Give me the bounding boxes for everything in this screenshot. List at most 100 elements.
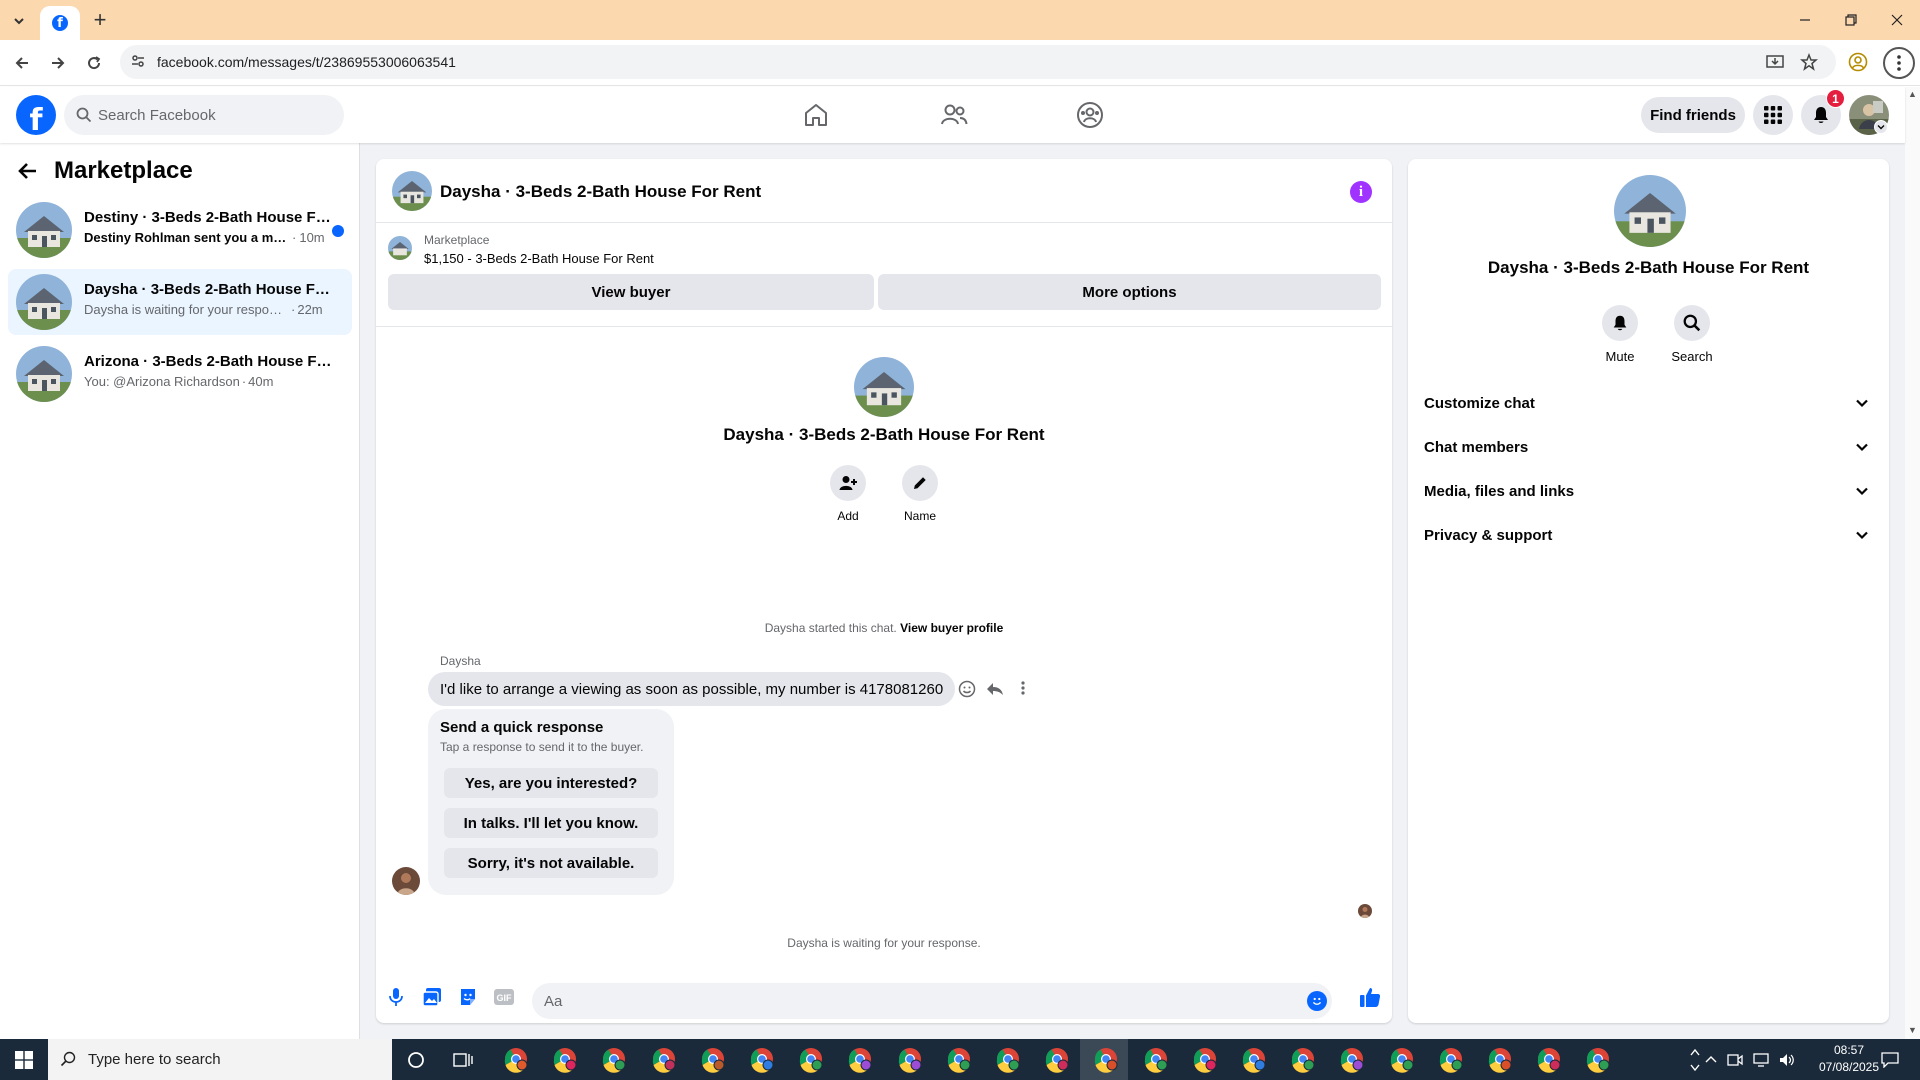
listing-thumbnail[interactable]: [388, 236, 412, 260]
chrome-taskbar-icon[interactable]: [1043, 1045, 1071, 1073]
chrome-taskbar-icon[interactable]: [994, 1045, 1022, 1073]
taskbar-search[interactable]: [48, 1039, 392, 1080]
quick-response-button[interactable]: Yes, are you interested?: [444, 768, 658, 798]
accordion-customize-chat[interactable]: Customize chat: [1416, 383, 1881, 423]
volume-icon[interactable]: [1779, 1053, 1795, 1067]
chrome-taskbar-icon[interactable]: [1092, 1045, 1120, 1073]
back-arrow-icon[interactable]: [18, 161, 38, 181]
chrome-taskbar-icon[interactable]: [551, 1045, 579, 1073]
house-thumbnail[interactable]: [392, 171, 432, 211]
site-settings-icon[interactable]: [130, 53, 146, 69]
chat-title[interactable]: Daysha · 3-Beds 2-Bath House For Rent: [440, 182, 761, 202]
facebook-search[interactable]: [64, 95, 344, 135]
chrome-taskbar-icon[interactable]: [1486, 1045, 1514, 1073]
chrome-taskbar-icon[interactable]: [748, 1045, 776, 1073]
chrome-taskbar-icon[interactable]: [502, 1045, 530, 1073]
conversation-preview: Destiny Rohlman sent you a message. · 10…: [84, 230, 325, 245]
conversation-item[interactable]: Arizona · 3-Beds 2-Bath House For Rent Y…: [8, 341, 352, 407]
gif-icon[interactable]: GIF: [492, 985, 516, 1009]
view-buyer-profile-link[interactable]: View buyer profile: [900, 621, 1003, 635]
chrome-taskbar-icon[interactable]: [1584, 1045, 1612, 1073]
microphone-icon[interactable]: [384, 985, 408, 1009]
chrome-taskbar-icon[interactable]: [896, 1045, 924, 1073]
accordion-chat-members[interactable]: Chat members: [1416, 427, 1881, 467]
meet-now-icon[interactable]: [1727, 1053, 1743, 1067]
tab-search-chevron-icon[interactable]: [8, 10, 30, 32]
mute-button[interactable]: Mute: [1590, 305, 1650, 364]
bookmark-star-icon[interactable]: [1800, 53, 1818, 71]
message-bubble[interactable]: I'd like to arrange a viewing as soon as…: [428, 672, 956, 706]
reload-icon[interactable]: [82, 51, 106, 75]
more-options-button[interactable]: More options: [878, 274, 1381, 310]
conversation-info-icon[interactable]: i: [1350, 181, 1372, 203]
home-icon[interactable]: [802, 101, 830, 129]
browser-profile-icon[interactable]: [1848, 52, 1868, 72]
chrome-taskbar-icon[interactable]: [1338, 1045, 1366, 1073]
facebook-logo[interactable]: f: [16, 95, 56, 135]
name-chat-button[interactable]: Name: [890, 465, 950, 523]
thumbs-up-icon[interactable]: [1358, 985, 1382, 1009]
search-conversation-button[interactable]: Search: [1662, 305, 1722, 364]
show-hidden-icons-icon[interactable]: [1705, 1054, 1717, 1066]
chrome-taskbar-icon[interactable]: [1191, 1045, 1219, 1073]
chrome-taskbar-icon[interactable]: [600, 1045, 628, 1073]
photo-attach-icon[interactable]: [420, 985, 444, 1009]
chrome-taskbar-icon[interactable]: [1142, 1045, 1170, 1073]
browser-tab-facebook[interactable]: f: [40, 6, 80, 40]
chrome-taskbar-icon[interactable]: [699, 1045, 727, 1073]
conversation-item[interactable]: Destiny · 3-Beds 2-Bath House For Rent D…: [8, 197, 352, 263]
reply-icon[interactable]: [986, 680, 1004, 698]
scroll-down-icon[interactable]: ▼: [1908, 1025, 1917, 1035]
restore-icon[interactable]: [1828, 0, 1874, 40]
accordion-privacy-support[interactable]: Privacy & support: [1416, 515, 1881, 555]
windows-taskbar: 08:57 07/08/2025: [0, 1039, 1920, 1080]
quick-response-button[interactable]: Sorry, it's not available.: [444, 848, 658, 878]
message-input[interactable]: [544, 983, 1284, 1019]
chrome-taskbar-icon[interactable]: [1240, 1045, 1268, 1073]
view-buyer-button[interactable]: View buyer: [388, 274, 874, 310]
close-window-icon[interactable]: [1874, 0, 1920, 40]
sender-avatar[interactable]: [392, 867, 420, 895]
find-friends-button[interactable]: Find friends: [1641, 97, 1745, 133]
back-arrow-icon[interactable]: [10, 51, 34, 75]
taskbar-clock[interactable]: 08:57 07/08/2025: [1814, 1042, 1884, 1076]
chrome-taskbar-icon[interactable]: [1437, 1045, 1465, 1073]
browser-menu-icon[interactable]: [1883, 47, 1915, 79]
chrome-taskbar-icon[interactable]: [1388, 1045, 1416, 1073]
chrome-taskbar-icon[interactable]: [797, 1045, 825, 1073]
chrome-taskbar-icon[interactable]: [650, 1045, 678, 1073]
page-scrollbar[interactable]: ▲ ▼: [1905, 87, 1920, 1039]
chrome-taskbar-icon[interactable]: [1289, 1045, 1317, 1073]
chrome-taskbar-icon[interactable]: [846, 1045, 874, 1073]
listing-title[interactable]: $1,150 - 3-Beds 2-Bath House For Rent: [424, 251, 654, 266]
cortana-icon[interactable]: [403, 1047, 429, 1073]
friends-icon[interactable]: [940, 101, 968, 129]
menu-grid-icon[interactable]: [1753, 95, 1793, 135]
chrome-taskbar-icon[interactable]: [1535, 1045, 1563, 1073]
details-name: Daysha · 3-Beds 2-Bath House For Rent: [1487, 258, 1810, 277]
add-people-button[interactable]: Add: [818, 465, 878, 523]
network-icon[interactable]: [1753, 1052, 1769, 1067]
notification-center-icon[interactable]: [1877, 1047, 1903, 1073]
new-tab-plus-icon[interactable]: +: [88, 7, 112, 32]
windows-start-icon[interactable]: [0, 1039, 48, 1080]
taskbar-search-input[interactable]: [88, 1039, 384, 1080]
clock-date: 07/08/2025: [1818, 1060, 1880, 1074]
account-chevron-icon[interactable]: [1874, 120, 1888, 134]
quick-response-button[interactable]: In talks. I'll let you know.: [444, 808, 658, 838]
scroll-up-icon[interactable]: ▲: [1908, 89, 1917, 99]
task-view-icon[interactable]: [450, 1047, 476, 1073]
sticker-icon[interactable]: [456, 985, 480, 1009]
react-emoji-icon[interactable]: [958, 680, 976, 698]
conversation-item[interactable]: Daysha · 3-Beds 2-Bath House For Rent Da…: [8, 269, 352, 335]
groups-icon[interactable]: [1076, 101, 1104, 129]
minimize-icon[interactable]: [1782, 0, 1828, 40]
accordion-media-files-links[interactable]: Media, files and links: [1416, 471, 1881, 511]
address-bar[interactable]: facebook.com/messages/t/2386955300606354…: [120, 45, 1836, 79]
forward-arrow-icon[interactable]: [46, 51, 70, 75]
emoji-picker-icon[interactable]: [1307, 991, 1327, 1011]
search-input[interactable]: [98, 95, 334, 135]
install-app-icon[interactable]: [1766, 53, 1784, 71]
chrome-taskbar-icon[interactable]: [945, 1045, 973, 1073]
more-dots-icon[interactable]: [1014, 680, 1032, 698]
